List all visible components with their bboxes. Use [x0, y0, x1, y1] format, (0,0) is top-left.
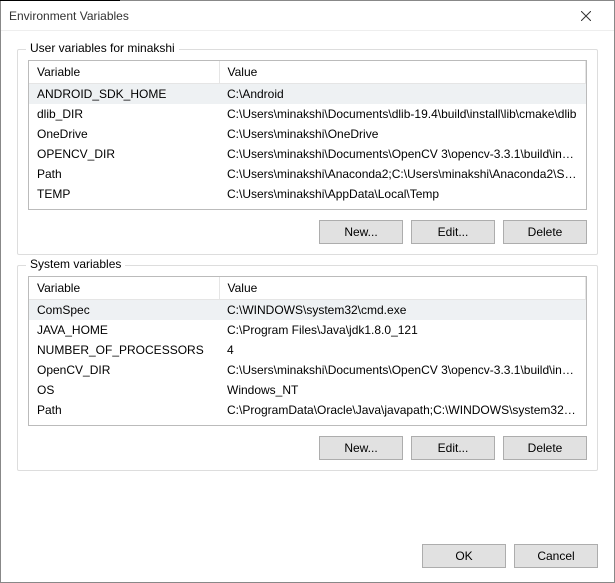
table-row[interactable]: OPENCV_DIRC:\Users\minakshi\Documents\Op… — [29, 144, 586, 164]
user-table-wrap: Variable Value ANDROID_SDK_HOMEC:\Androi… — [28, 60, 587, 210]
cell-variable: PATHEXT — [29, 420, 219, 425]
cell-value: C:\Users\minakshi\AppData\Local\Temp — [219, 204, 586, 209]
system-group-label: System variables — [26, 257, 125, 271]
table-row[interactable]: PathC:\ProgramData\Oracle\Java\javapath;… — [29, 400, 586, 420]
table-row[interactable]: NUMBER_OF_PROCESSORS4 — [29, 340, 586, 360]
titlebar: Environment Variables — [1, 1, 614, 31]
cell-variable: OpenCV_DIR — [29, 360, 219, 380]
window-title: Environment Variables — [9, 9, 129, 23]
system-variables-group: System variables Variable Value ComSpecC… — [17, 265, 598, 471]
system-table-scroll[interactable]: Variable Value ComSpecC:\WINDOWS\system3… — [29, 277, 586, 425]
user-delete-button[interactable]: Delete — [503, 220, 587, 244]
cell-variable: OneDrive — [29, 124, 219, 144]
cell-value: .COM;.EXE;.BAT;.CMD;.VBS;.VBE;.JS;.JSE;.… — [219, 420, 586, 425]
table-row[interactable]: ANDROID_SDK_HOMEC:\Android — [29, 84, 586, 105]
table-header-row: Variable Value — [29, 277, 586, 300]
table-row[interactable]: TMPC:\Users\minakshi\AppData\Local\Temp — [29, 204, 586, 209]
dialog-body: User variables for minakshi Variable Val… — [1, 31, 614, 534]
table-row[interactable]: OneDriveC:\Users\minakshi\OneDrive — [29, 124, 586, 144]
cancel-button[interactable]: Cancel — [514, 544, 598, 568]
system-variables-table[interactable]: Variable Value ComSpecC:\WINDOWS\system3… — [29, 277, 586, 425]
cell-value: C:\Users\minakshi\OneDrive — [219, 124, 586, 144]
cell-value: C:\Users\minakshi\Documents\OpenCV 3\ope… — [219, 360, 586, 380]
col-header-value[interactable]: Value — [219, 277, 586, 300]
ok-button[interactable]: OK — [422, 544, 506, 568]
system-button-row: New... Edit... Delete — [28, 436, 587, 460]
col-header-variable[interactable]: Variable — [29, 61, 219, 84]
cell-variable: ANDROID_SDK_HOME — [29, 84, 219, 105]
system-table-wrap: Variable Value ComSpecC:\WINDOWS\system3… — [28, 276, 587, 426]
col-header-value[interactable]: Value — [219, 61, 586, 84]
user-edit-button[interactable]: Edit... — [411, 220, 495, 244]
cell-variable: TEMP — [29, 184, 219, 204]
table-row[interactable]: TEMPC:\Users\minakshi\AppData\Local\Temp — [29, 184, 586, 204]
cell-variable: JAVA_HOME — [29, 320, 219, 340]
table-row[interactable]: PATHEXT.COM;.EXE;.BAT;.CMD;.VBS;.VBE;.JS… — [29, 420, 586, 425]
decoration — [0, 0, 120, 1]
table-row[interactable]: PathC:\Users\minakshi\Anaconda2;C:\Users… — [29, 164, 586, 184]
cell-variable: dlib_DIR — [29, 104, 219, 124]
cell-value: C:\Android — [219, 84, 586, 105]
cell-variable: Path — [29, 400, 219, 420]
cell-value: C:\Users\minakshi\Documents\OpenCV 3\ope… — [219, 144, 586, 164]
cell-variable: OS — [29, 380, 219, 400]
table-row[interactable]: OSWindows_NT — [29, 380, 586, 400]
cell-value: C:\Users\minakshi\AppData\Local\Temp — [219, 184, 586, 204]
table-header-row: Variable Value — [29, 61, 586, 84]
table-row[interactable]: OpenCV_DIRC:\Users\minakshi\Documents\Op… — [29, 360, 586, 380]
system-delete-button[interactable]: Delete — [503, 436, 587, 460]
dialog-footer: OK Cancel — [1, 534, 614, 582]
cell-variable: TMP — [29, 204, 219, 209]
cell-value: 4 — [219, 340, 586, 360]
system-new-button[interactable]: New... — [319, 436, 403, 460]
table-row[interactable]: ComSpecC:\WINDOWS\system32\cmd.exe — [29, 300, 586, 321]
cell-value: C:\Users\minakshi\Documents\dlib-19.4\bu… — [219, 104, 586, 124]
user-new-button[interactable]: New... — [319, 220, 403, 244]
user-table-scroll[interactable]: Variable Value ANDROID_SDK_HOMEC:\Androi… — [29, 61, 586, 209]
env-vars-dialog: Environment Variables User variables for… — [0, 0, 615, 583]
cell-variable: Path — [29, 164, 219, 184]
cell-value: C:\ProgramData\Oracle\Java\javapath;C:\W… — [219, 400, 586, 420]
user-group-label: User variables for minakshi — [26, 41, 179, 55]
user-variables-group: User variables for minakshi Variable Val… — [17, 49, 598, 255]
cell-variable: ComSpec — [29, 300, 219, 321]
cell-variable: OPENCV_DIR — [29, 144, 219, 164]
cell-value: C:\Users\minakshi\Anaconda2;C:\Users\min… — [219, 164, 586, 184]
close-icon — [581, 11, 591, 21]
table-row[interactable]: dlib_DIRC:\Users\minakshi\Documents\dlib… — [29, 104, 586, 124]
user-button-row: New... Edit... Delete — [28, 220, 587, 244]
col-header-variable[interactable]: Variable — [29, 277, 219, 300]
close-button[interactable] — [566, 2, 606, 30]
cell-variable: NUMBER_OF_PROCESSORS — [29, 340, 219, 360]
cell-value: C:\Program Files\Java\jdk1.8.0_121 — [219, 320, 586, 340]
cell-value: C:\WINDOWS\system32\cmd.exe — [219, 300, 586, 321]
cell-value: Windows_NT — [219, 380, 586, 400]
user-variables-table[interactable]: Variable Value ANDROID_SDK_HOMEC:\Androi… — [29, 61, 586, 209]
table-row[interactable]: JAVA_HOMEC:\Program Files\Java\jdk1.8.0_… — [29, 320, 586, 340]
system-edit-button[interactable]: Edit... — [411, 436, 495, 460]
